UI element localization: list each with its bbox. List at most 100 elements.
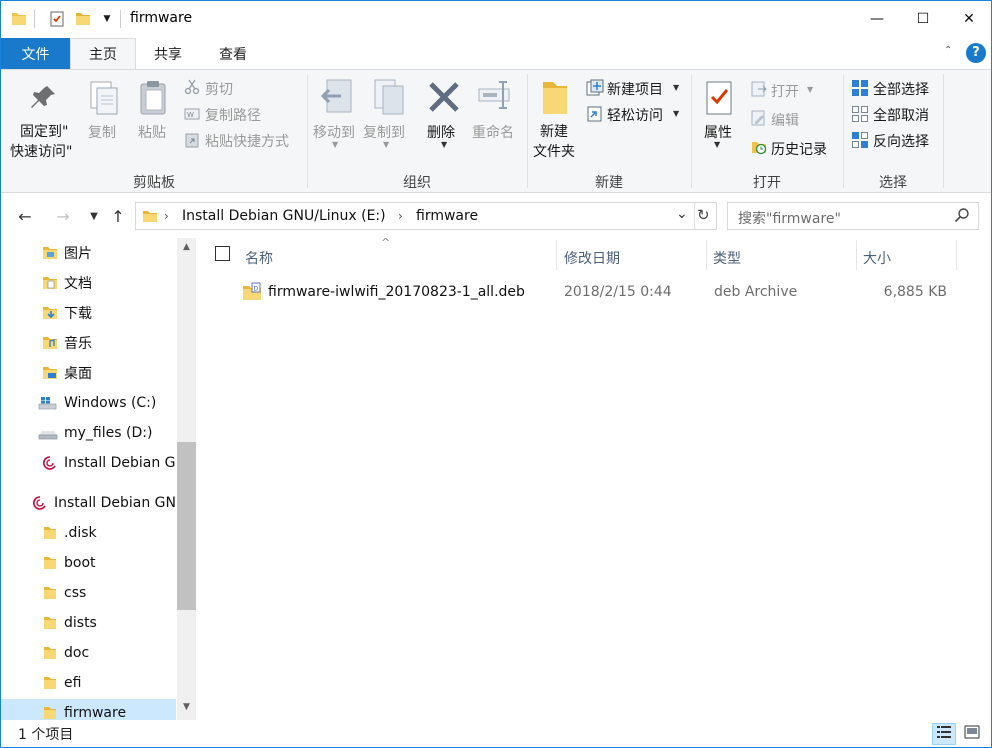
column-header-modified[interactable]: 修改日期 <box>564 244 620 272</box>
search-icon[interactable] <box>954 207 970 227</box>
nav-item-documents[interactable]: 文档 <box>1 269 176 297</box>
column-divider[interactable] <box>706 240 707 270</box>
new-folder-qat-icon[interactable] <box>74 10 92 28</box>
edit-button[interactable]: 编辑 <box>771 110 799 130</box>
drive-icon <box>38 425 58 441</box>
invert-selection-button[interactable]: 反向选择 <box>873 131 929 151</box>
nav-item-my-files-d[interactable]: my_files (D:) <box>1 419 176 447</box>
tab-file[interactable]: 文件 <box>1 38 70 69</box>
copy-to-button[interactable]: 复制到 <box>363 122 405 142</box>
desktop-folder-icon <box>42 365 58 381</box>
close-button[interactable]: ✕ <box>946 0 992 38</box>
nav-item-desktop[interactable]: 桌面 <box>1 359 176 387</box>
scroll-up-icon[interactable]: ▲ <box>177 238 196 256</box>
address-dropdown-icon[interactable]: ⌄ <box>676 206 688 222</box>
properties-button[interactable]: 属性 <box>704 122 732 142</box>
column-header-type[interactable]: 类型 <box>713 244 741 272</box>
folder-icon <box>42 645 58 661</box>
search-input[interactable]: 搜索"firmware" <box>727 202 979 230</box>
new-folder-line1: 新建 <box>540 124 568 140</box>
new-folder-button[interactable]: 新建 文件夹 <box>533 122 575 162</box>
nav-item-debian-e-root[interactable]: Install Debian GNU/Linux (E:) <box>1 489 176 517</box>
easy-access-icon <box>586 105 604 127</box>
tab-share[interactable]: 共享 <box>136 38 200 69</box>
maximize-button[interactable]: ☐ <box>900 0 946 38</box>
deb-file-icon: D <box>242 282 262 306</box>
nav-item-windows-c[interactable]: Windows (C:) <box>1 389 176 417</box>
delete-button[interactable]: 删除 <box>427 122 455 142</box>
tab-view[interactable]: 查看 <box>200 38 266 69</box>
nav-item-label: dists <box>64 615 97 631</box>
properties-qat-icon[interactable] <box>48 10 66 28</box>
customize-qat-icon[interactable]: ▼ <box>98 10 116 28</box>
new-folder-icon <box>539 78 571 122</box>
tab-home[interactable]: 主页 <box>70 38 136 69</box>
paste-shortcut-button[interactable]: 粘贴快捷方式 <box>205 131 289 151</box>
history-icon <box>751 139 767 159</box>
breadcrumb-firmware[interactable]: firmware <box>416 208 478 224</box>
chevron-down-icon: ▼ <box>90 210 98 222</box>
folder-icon <box>42 525 58 541</box>
nav-item-boot[interactable]: boot <box>1 549 176 577</box>
nav-item-disk[interactable]: .disk <box>1 519 176 547</box>
column-divider[interactable] <box>556 240 557 270</box>
open-button[interactable]: 打开 <box>771 81 799 101</box>
item-count: 1 个项目 <box>18 727 74 743</box>
nav-item-pictures[interactable]: 图片 <box>1 239 176 267</box>
group-separator <box>691 74 692 188</box>
edit-icon <box>751 110 767 130</box>
up-button[interactable]: ↑ <box>107 204 129 228</box>
help-icon[interactable]: ? <box>966 43 986 63</box>
title-bar: ▼ firmware — ☐ ✕ <box>0 0 992 38</box>
paste-button[interactable]: 粘贴 <box>138 122 166 142</box>
large-icons-view-button[interactable] <box>960 723 984 745</box>
nav-item-label: my_files (D:) <box>64 425 153 441</box>
scroll-thumb[interactable] <box>177 442 196 610</box>
ribbon-tabs: 文件 主页 共享 查看 ⌃ ? <box>0 38 992 69</box>
open-group-label: 打开 <box>753 175 781 191</box>
debian-icon <box>32 495 48 511</box>
easy-access-button[interactable]: 轻松访问 <box>607 105 663 125</box>
move-to-button[interactable]: 移动到 <box>313 122 355 142</box>
address-divider <box>694 203 695 229</box>
copy-button[interactable]: 复制 <box>88 122 116 142</box>
breadcrumb-drive[interactable]: Install Debian GNU/Linux (E:) <box>182 208 386 224</box>
nav-item-efi[interactable]: efi <box>1 669 176 697</box>
cut-button[interactable]: 剪切 <box>205 79 233 99</box>
new-item-button[interactable]: 新建项目 <box>607 79 663 99</box>
column-divider[interactable] <box>856 240 857 270</box>
nav-item-firmware[interactable]: firmware <box>1 699 176 720</box>
rename-button[interactable]: 重命名 <box>472 122 514 142</box>
history-button[interactable]: 历史记录 <box>771 139 827 159</box>
nav-item-doc[interactable]: doc <box>1 639 176 667</box>
select-none-button[interactable]: 全部取消 <box>873 105 929 125</box>
column-header-name[interactable]: 名称 <box>245 244 273 272</box>
pin-to-quick-access-button[interactable]: 固定到" 快速访问" <box>10 122 72 162</box>
windows-drive-icon <box>38 395 58 411</box>
collapse-ribbon-icon[interactable]: ⌃ <box>944 45 952 56</box>
recent-locations-button[interactable]: ▼ <box>85 204 103 228</box>
copy-path-button[interactable]: 复制路径 <box>205 105 261 125</box>
file-name[interactable]: firmware-iwlwifi_20170823-1_all.deb <box>268 284 525 300</box>
nav-item-label: boot <box>64 555 96 571</box>
select-all-button[interactable]: 全部选择 <box>873 79 929 99</box>
open-icon <box>751 81 767 101</box>
nav-scrollbar[interactable]: ▲ ▼ <box>177 238 196 720</box>
nav-item-dists[interactable]: dists <box>1 609 176 637</box>
nav-item-downloads[interactable]: 下载 <box>1 299 176 327</box>
forward-button[interactable]: → <box>51 204 75 228</box>
select-all-checkbox[interactable] <box>215 246 230 261</box>
address-bar[interactable]: › Install Debian GNU/Linux (E:) › firmwa… <box>135 202 717 230</box>
nav-item-css[interactable]: css <box>1 579 176 607</box>
move-to-icon <box>319 78 355 122</box>
scroll-down-icon[interactable]: ▼ <box>177 698 196 716</box>
back-button[interactable]: ← <box>13 204 37 228</box>
nav-item-debian-e[interactable]: Install Debian GNU/Linux (E:) <box>1 449 176 477</box>
pictures-folder-icon <box>42 245 58 261</box>
refresh-icon[interactable]: ↻ <box>697 206 710 224</box>
column-divider[interactable] <box>956 240 957 270</box>
minimize-button[interactable]: — <box>854 0 900 38</box>
nav-item-music[interactable]: 音乐 <box>1 329 176 357</box>
column-header-size[interactable]: 大小 <box>863 244 891 272</box>
details-view-button[interactable] <box>932 723 956 745</box>
